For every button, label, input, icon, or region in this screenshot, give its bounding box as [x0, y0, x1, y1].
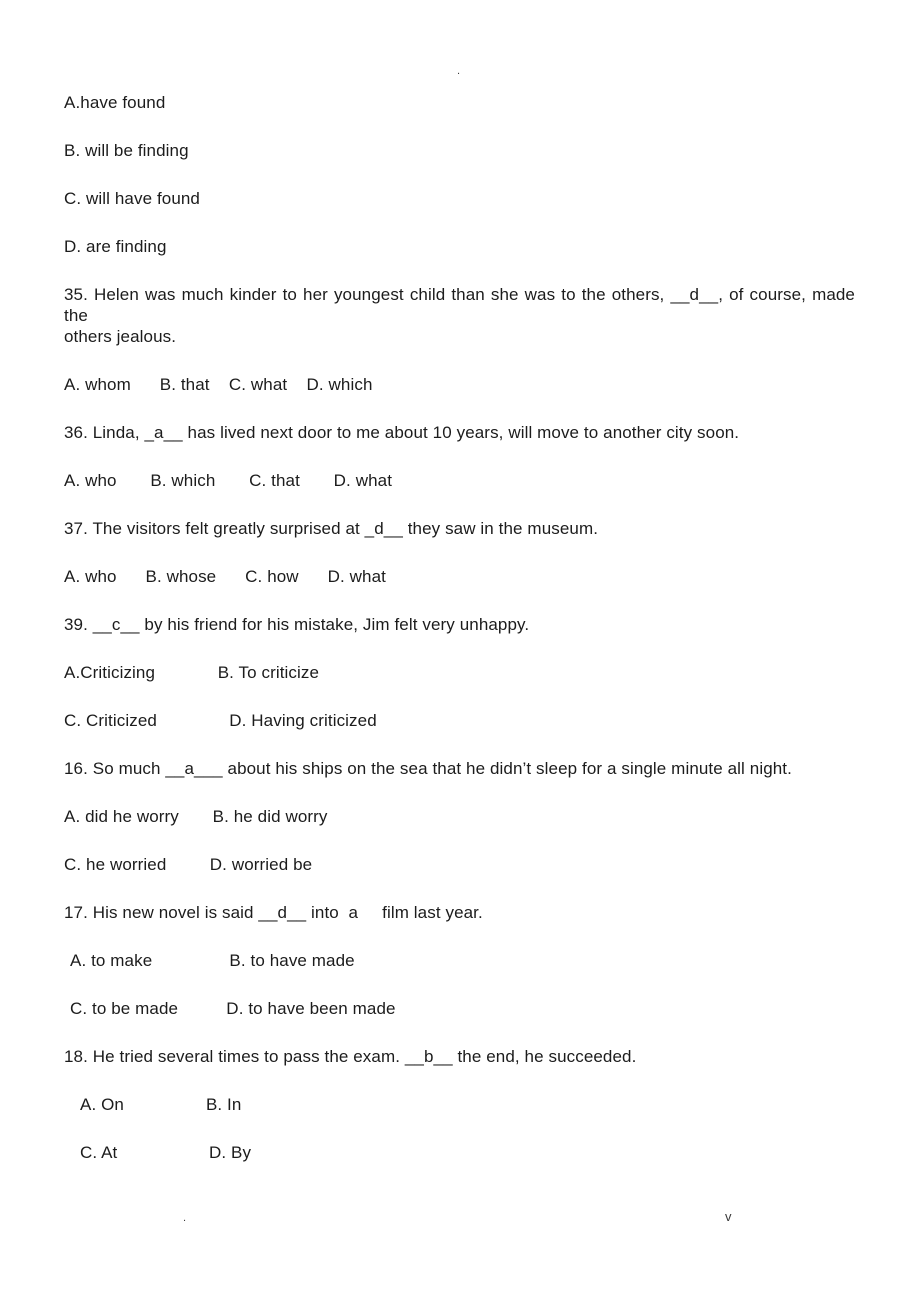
option-row: C. will have found: [64, 189, 200, 208]
document-body: A.have found B. will be finding C. will …: [64, 92, 855, 1163]
question-stem-39: 39. __c__ by his friend for his mistake,…: [64, 615, 530, 634]
option-row: D. are finding: [64, 237, 167, 256]
option-row-39-cd: C. Criticized D. Having criticized: [64, 711, 377, 730]
stray-mark-top-center: .: [457, 65, 461, 77]
option-row-17-cd: C. to be made D. to have been made: [70, 999, 396, 1018]
question-stem-16: 16. So much __a___ about his ships on th…: [64, 759, 792, 778]
option-row-39-ab: A.Criticizing B. To criticize: [64, 663, 320, 682]
option-row-17-ab: A. to make B. to have made: [70, 951, 355, 970]
stray-mark-bottom-left: .: [183, 1212, 187, 1224]
question-stem-18: 18. He tried several times to pass the e…: [64, 1047, 637, 1066]
option-row-16-ab: A. did he worry B. he did worry: [64, 807, 328, 826]
option-row-35: A. whom B. that C. what D. which: [64, 375, 373, 394]
option-row-18-cd: C. At D. By: [80, 1143, 252, 1162]
option-row: A.have found: [64, 93, 166, 112]
option-row: B. will be finding: [64, 141, 189, 160]
option-row-16-cd: C. he worried D. worried be: [64, 855, 313, 874]
document-page: . A.have found B. will be finding C. wil…: [0, 0, 920, 1302]
option-row-36: A. who B. which C. that D. what: [64, 471, 393, 490]
question-stem-35: 35. Helen was much kinder to her younges…: [64, 285, 860, 325]
question-stem-17: 17. His new novel is said __d__ into a f…: [64, 903, 483, 922]
question-stem-36: 36. Linda, _a__ has lived next door to m…: [64, 423, 740, 442]
stray-mark-bottom-right: v: [725, 1209, 732, 1224]
option-row-37: A. who B. whose C. how D. what: [64, 567, 386, 586]
question-stem-37: 37. The visitors felt greatly surprised …: [64, 519, 599, 538]
option-row-18-ab: A. On B. In: [80, 1095, 242, 1114]
question-stem-35-cont: others jealous.: [64, 327, 177, 346]
